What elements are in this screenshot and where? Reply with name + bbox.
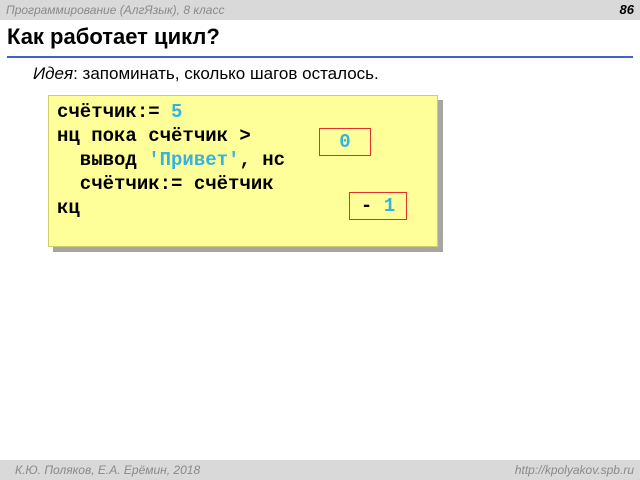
footer-author-text: К.Ю. Поляков, Е.А. Ерёмин, 2018 xyxy=(6,463,200,477)
course-title: Программирование (АлгЯзык), 8 класс xyxy=(6,3,225,17)
footer-url[interactable]: http://kpolyakov.spb.ru xyxy=(515,463,634,477)
condition-value: 0 xyxy=(339,131,351,153)
code-listing: счётчик:= 5 нц пока счётчик > вывод 'При… xyxy=(57,100,285,220)
idea-line: Идея: запоминать, сколько шагов осталось… xyxy=(33,64,379,84)
code-line-2: нц пока счётчик > xyxy=(57,125,251,147)
code-text: счётчик:= xyxy=(57,101,172,123)
decrement-value: 1 xyxy=(383,195,396,217)
code-block: счётчик:= 5 нц пока счётчик > вывод 'При… xyxy=(48,95,438,247)
slide-title: Как работает цикл? xyxy=(7,24,220,49)
header-bar: Программирование (АлгЯзык), 8 класс 86 xyxy=(0,0,640,20)
code-text: вывод xyxy=(57,149,149,171)
code-line-5: кц xyxy=(57,197,80,219)
code-line-3: вывод 'Привет', нс xyxy=(57,149,285,171)
code-line-1: счётчик:= 5 xyxy=(57,101,182,123)
idea-label: Идея xyxy=(33,64,74,83)
idea-text: : запоминать, сколько шагов осталось. xyxy=(73,64,379,83)
title-divider xyxy=(7,56,633,58)
footer-bar: К.Ю. Поляков, Е.А. Ерёмин, 2018 http://… xyxy=(0,460,640,480)
footer-author: К.Ю. Поляков, Е.А. Ерёмин, 2018 xyxy=(6,463,200,477)
page-number: 86 xyxy=(619,2,634,17)
decrement-box: - 1 xyxy=(349,192,407,220)
code-text: , нс xyxy=(239,149,286,171)
decrement-op: - xyxy=(360,195,384,217)
code-line-4: счётчик:= счётчик xyxy=(57,173,274,195)
code-string: 'Привет' xyxy=(148,149,240,171)
condition-value-box: 0 xyxy=(319,128,371,156)
code-number: 5 xyxy=(171,101,183,123)
